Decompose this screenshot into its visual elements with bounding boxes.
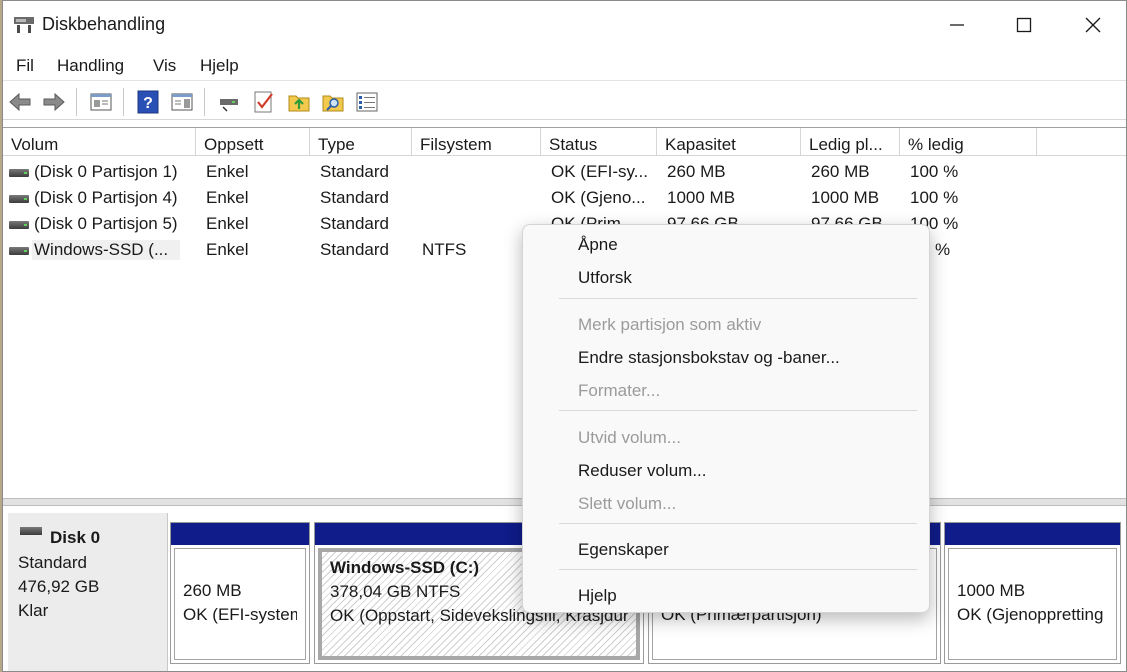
cell-volume: Windows-SSD (... bbox=[32, 240, 180, 260]
table-row[interactable]: (Disk 0 Partisjon 4) Enkel Standard OK (… bbox=[3, 186, 1126, 211]
cell-type: Standard bbox=[320, 162, 389, 181]
window-title: Diskbehandling bbox=[42, 14, 166, 34]
folder-search-icon[interactable] bbox=[321, 90, 345, 114]
menu-separator bbox=[559, 298, 917, 299]
column-header-capacity[interactable]: Kapasitet bbox=[657, 128, 801, 156]
cell-filesystem: NTFS bbox=[422, 240, 467, 259]
svg-text:?: ? bbox=[143, 95, 153, 112]
column-header-percent-free[interactable]: % ledig bbox=[900, 128, 1037, 156]
column-header-layout[interactable]: Oppsett bbox=[196, 128, 310, 156]
menu-item-extend-volume: Utvid volum... bbox=[578, 428, 681, 447]
minimize-button[interactable] bbox=[923, 1, 991, 49]
menu-action[interactable]: Handling bbox=[57, 56, 124, 76]
table-row[interactable]: (Disk 0 Partisjon 1) Enkel Standard OK (… bbox=[3, 160, 1126, 185]
menu-item-help[interactable]: Hjelp bbox=[578, 586, 617, 606]
partition-recovery[interactable]: 1000 MB OK (Gjenoppretting bbox=[944, 522, 1121, 664]
disk-management-window: Diskbehandling Fil Handling Vis Hjelp ? bbox=[2, 0, 1127, 672]
menu-item-change-drive-letter[interactable]: Endre stasjonsbokstav og -baner... bbox=[578, 348, 840, 368]
menu-separator bbox=[559, 569, 917, 570]
cell-percent-free: % bbox=[935, 240, 951, 259]
maximize-icon bbox=[1016, 17, 1032, 33]
menu-separator bbox=[559, 410, 917, 411]
console-tree-icon[interactable] bbox=[89, 90, 113, 114]
partition-status: OK (EFI-system bbox=[183, 605, 297, 624]
menu-view[interactable]: Vis bbox=[153, 56, 176, 76]
partition-efi[interactable]: 260 MB OK (EFI-system bbox=[170, 522, 310, 664]
partition-status: OK (Gjenoppretting bbox=[957, 605, 1104, 624]
menu-item-mark-active: Merk partisjon som aktiv bbox=[578, 315, 762, 334]
partition-size: 260 MB bbox=[183, 581, 242, 600]
cell-layout: Enkel bbox=[206, 214, 249, 233]
cell-type: Standard bbox=[320, 240, 389, 259]
volume-icon bbox=[9, 247, 29, 255]
menu-item-shrink-volume[interactable]: Reduser volum... bbox=[578, 461, 707, 481]
menu-help[interactable]: Hjelp bbox=[200, 56, 239, 76]
partition-bar bbox=[945, 523, 1120, 545]
cell-percent-free: 100 % bbox=[910, 188, 959, 207]
close-icon bbox=[1085, 17, 1101, 33]
forward-arrow-icon[interactable] bbox=[42, 90, 66, 114]
column-header-volume[interactable]: Volum bbox=[3, 128, 196, 156]
disk-type: Standard bbox=[18, 553, 87, 572]
cell-layout: Enkel bbox=[206, 240, 249, 259]
volume-icon bbox=[9, 221, 29, 229]
menu-bar: Fil Handling Vis Hjelp bbox=[3, 51, 1126, 81]
menu-file[interactable]: Fil bbox=[16, 56, 34, 76]
cell-layout: Enkel bbox=[206, 162, 249, 181]
cell-percent-free: 100 % bbox=[910, 162, 959, 181]
toolbar: ? bbox=[3, 82, 1126, 120]
disk-management-icon bbox=[14, 17, 34, 33]
volume-icon bbox=[9, 195, 29, 203]
menu-separator bbox=[559, 523, 917, 524]
cell-volume: (Disk 0 Partisjon 1) bbox=[34, 162, 178, 181]
disk-size: 476,92 GB bbox=[18, 577, 100, 596]
cell-capacity: 1000 MB bbox=[667, 188, 736, 207]
cell-type: Standard bbox=[320, 188, 389, 207]
column-header-empty bbox=[1037, 128, 1126, 156]
cell-status: OK (EFI-sy... bbox=[551, 162, 648, 181]
close-button[interactable] bbox=[1059, 1, 1126, 49]
partition-size: 1000 MB bbox=[957, 581, 1026, 600]
context-menu: Åpne Utforsk Merk partisjon som aktiv En… bbox=[522, 224, 930, 613]
disk-state: Klar bbox=[18, 601, 49, 620]
title-bar: Diskbehandling bbox=[3, 1, 1126, 49]
column-header-status[interactable]: Status bbox=[541, 128, 657, 156]
volume-icon bbox=[9, 169, 29, 177]
cell-layout: Enkel bbox=[206, 188, 249, 207]
partition-bar bbox=[171, 523, 309, 545]
column-header-type[interactable]: Type bbox=[310, 128, 412, 156]
folder-up-icon[interactable] bbox=[287, 90, 311, 114]
cell-capacity: 260 MB bbox=[667, 162, 726, 181]
column-header-filesystem[interactable]: Filsystem bbox=[412, 128, 541, 156]
menu-item-delete-volume: Slett volum... bbox=[578, 494, 677, 513]
cell-status: OK (Gjeno... bbox=[551, 188, 646, 207]
cell-volume: (Disk 0 Partisjon 4) bbox=[34, 188, 178, 207]
properties-list-icon[interactable] bbox=[355, 90, 379, 114]
disk-name: Disk 0 bbox=[50, 528, 101, 547]
cell-free-space: 260 MB bbox=[811, 162, 870, 181]
show-hide-pane-icon[interactable] bbox=[170, 90, 194, 114]
menu-item-format: Formater... bbox=[578, 381, 661, 400]
cell-type: Standard bbox=[320, 214, 389, 233]
connect-drive-icon[interactable] bbox=[217, 90, 241, 114]
disk-drive-icon bbox=[20, 527, 42, 535]
check-icon[interactable] bbox=[252, 90, 276, 114]
menu-item-properties[interactable]: Egenskaper bbox=[578, 540, 669, 560]
cell-free-space: 1000 MB bbox=[811, 188, 880, 207]
volume-list-header: Volum Oppsett Type Filsystem Status Kapa… bbox=[3, 128, 1126, 156]
back-arrow-icon[interactable] bbox=[8, 90, 32, 114]
column-header-free-space[interactable]: Ledig pl... bbox=[801, 128, 900, 156]
minimize-icon bbox=[950, 24, 964, 26]
maximize-button[interactable] bbox=[990, 1, 1058, 49]
help-icon[interactable]: ? bbox=[136, 90, 160, 114]
menu-item-open[interactable]: Åpne bbox=[578, 235, 618, 255]
menu-item-explore[interactable]: Utforsk bbox=[578, 268, 632, 288]
cell-volume: (Disk 0 Partisjon 5) bbox=[34, 214, 178, 233]
disk-info-panel[interactable]: Disk 0 Standard 476,92 GB Klar bbox=[8, 513, 168, 671]
